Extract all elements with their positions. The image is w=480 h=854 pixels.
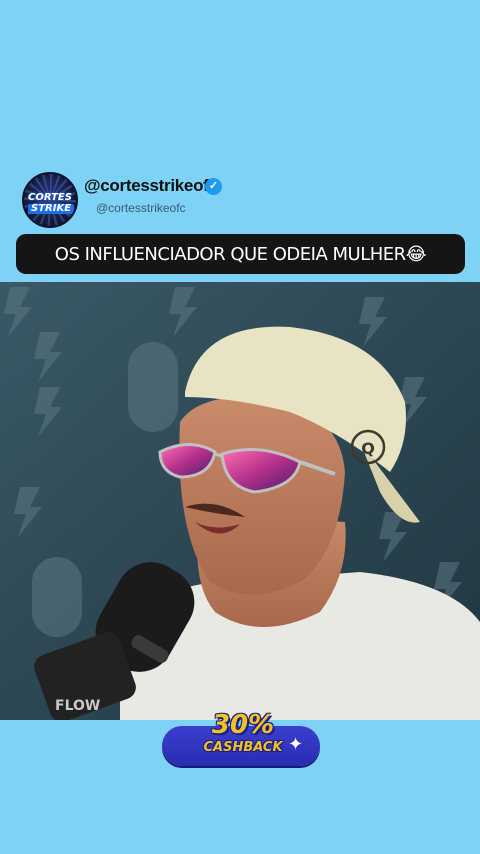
caption-bar: OS INFLUENCIADOR QUE ODEIA MULHER😂: [16, 234, 465, 274]
cashback-label: CASHBACK: [203, 740, 283, 755]
video-frame[interactable]: Q FLOW: [0, 282, 480, 720]
avatar-logo-line1: CORTES: [28, 192, 72, 203]
avatar[interactable]: CORTES STRIKE: [22, 172, 78, 228]
svg-text:FLOW: FLOW: [55, 698, 100, 714]
caption-text: OS INFLUENCIADOR QUE ODEIA MULHER😂: [54, 243, 427, 265]
username[interactable]: @cortesstrikeofc: [84, 176, 218, 196]
cashback-percent: 30%: [211, 710, 275, 740]
sparkle-icon: ✦: [288, 734, 304, 754]
avatar-logo: CORTES STRIKE: [28, 192, 75, 214]
handle: @cortesstrikeofc: [96, 201, 186, 215]
cashback-badge[interactable]: 30% CASHBACK ✦: [162, 710, 320, 766]
avatar-logo-line2: STRIKE: [28, 204, 75, 214]
profile-header: CORTES STRIKE @cortesstrikeofc ✓ @cortes…: [22, 172, 462, 228]
video-still: Q FLOW: [0, 282, 480, 720]
svg-text:Q: Q: [361, 439, 375, 458]
verified-check-icon: ✓: [205, 178, 222, 195]
